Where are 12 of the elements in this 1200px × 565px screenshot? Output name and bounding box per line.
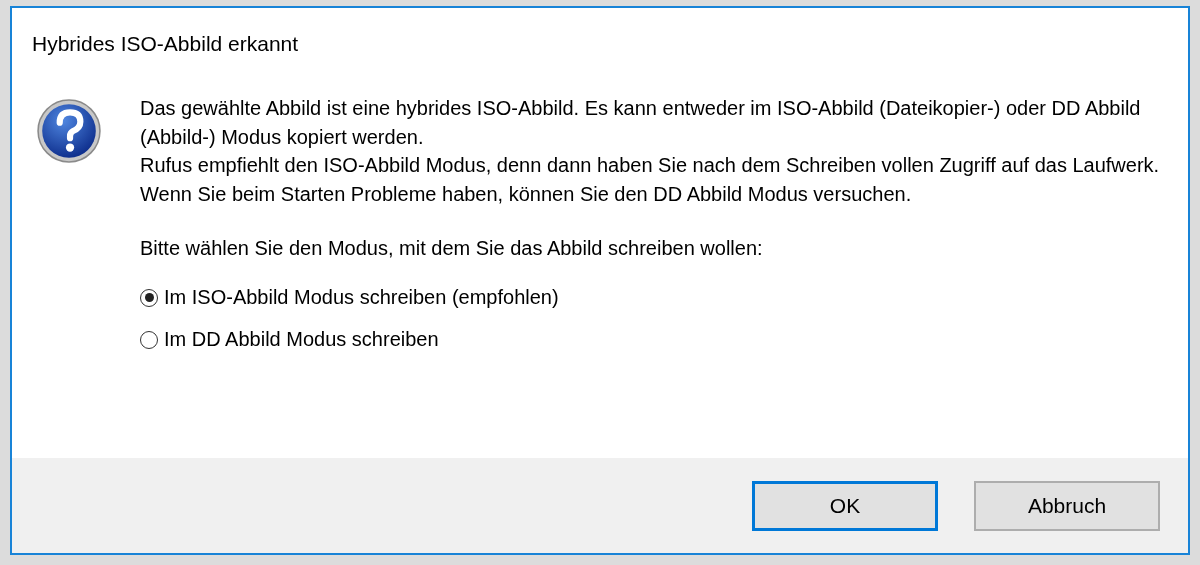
cancel-button[interactable]: Abbruch — [974, 480, 1160, 531]
prompt-text: Bitte wählen Sie den Modus, mit dem Sie das Abbild schreiben wollen: — [140, 236, 764, 261]
radio-option[interactable]: Im ISO-Abbild Modus schreiben (empfohlen) — [140, 276, 1160, 319]
radio-option[interactable]: Im DD Abbild Modus schreiben — [140, 318, 1160, 361]
radio-button[interactable] — [140, 330, 158, 349]
window-title: Hybrides ISO-Abbild erkannt — [31, 31, 300, 54]
message-text: Das gewählte Abbild ist eine hybrides ISO-Abbild. Es kann entweder im ISO-Abbild (Dateikopier-) oder DD Abbild (Abbild-) Modus kopiert werden. — [140, 96, 1142, 150]
message-text: Rufus empfiehlt den ISO-Abbild Modus, denn dann haben Sie nach dem Schreiben vollen Zugriff auf das Laufwerk. — [140, 153, 1160, 178]
radio-button[interactable] — [140, 288, 158, 307]
message-text: Wenn Sie beim Starten Probleme haben, können Sie den DD Abbild Modus versuchen. — [140, 181, 913, 207]
ok-button[interactable]: OK — [752, 480, 938, 531]
question-icon — [36, 98, 102, 164]
